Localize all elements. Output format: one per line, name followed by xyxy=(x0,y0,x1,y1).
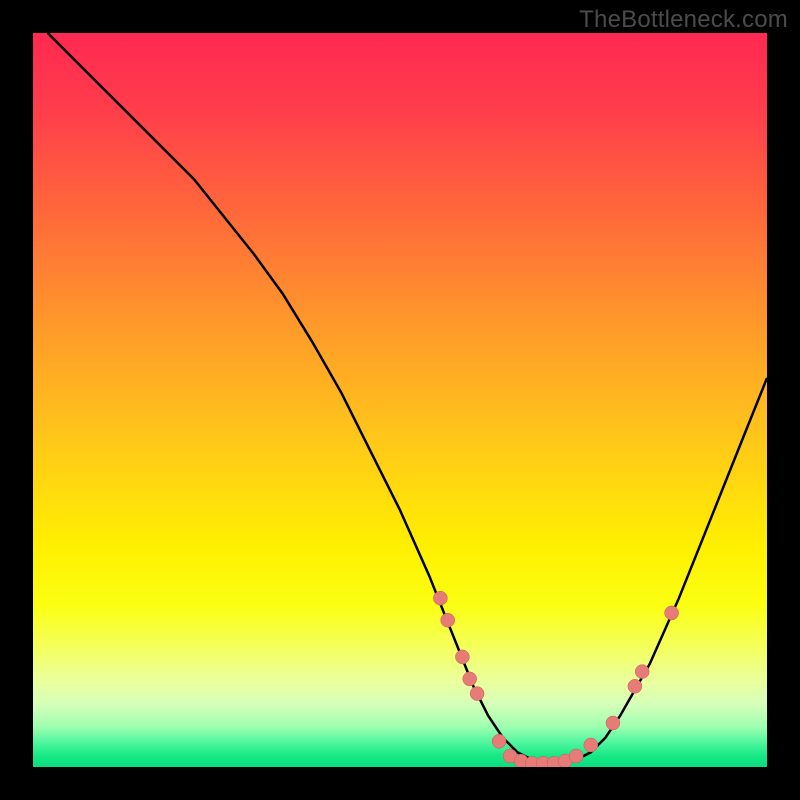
bottleneck-curve xyxy=(48,33,767,763)
watermark-text: TheBottleneck.com xyxy=(579,6,788,34)
data-point xyxy=(492,734,506,748)
curve-layer xyxy=(33,33,767,767)
data-point xyxy=(635,665,649,679)
chart-frame: TheBottleneck.com xyxy=(0,0,800,800)
data-point xyxy=(470,687,484,701)
plot-area xyxy=(33,33,767,767)
data-point xyxy=(433,591,447,605)
data-point xyxy=(463,672,477,686)
data-point xyxy=(606,716,620,730)
data-point xyxy=(665,606,679,620)
data-point xyxy=(455,650,469,664)
data-point xyxy=(441,613,455,627)
data-point xyxy=(569,749,583,763)
data-point xyxy=(584,738,598,752)
data-point xyxy=(628,679,642,693)
